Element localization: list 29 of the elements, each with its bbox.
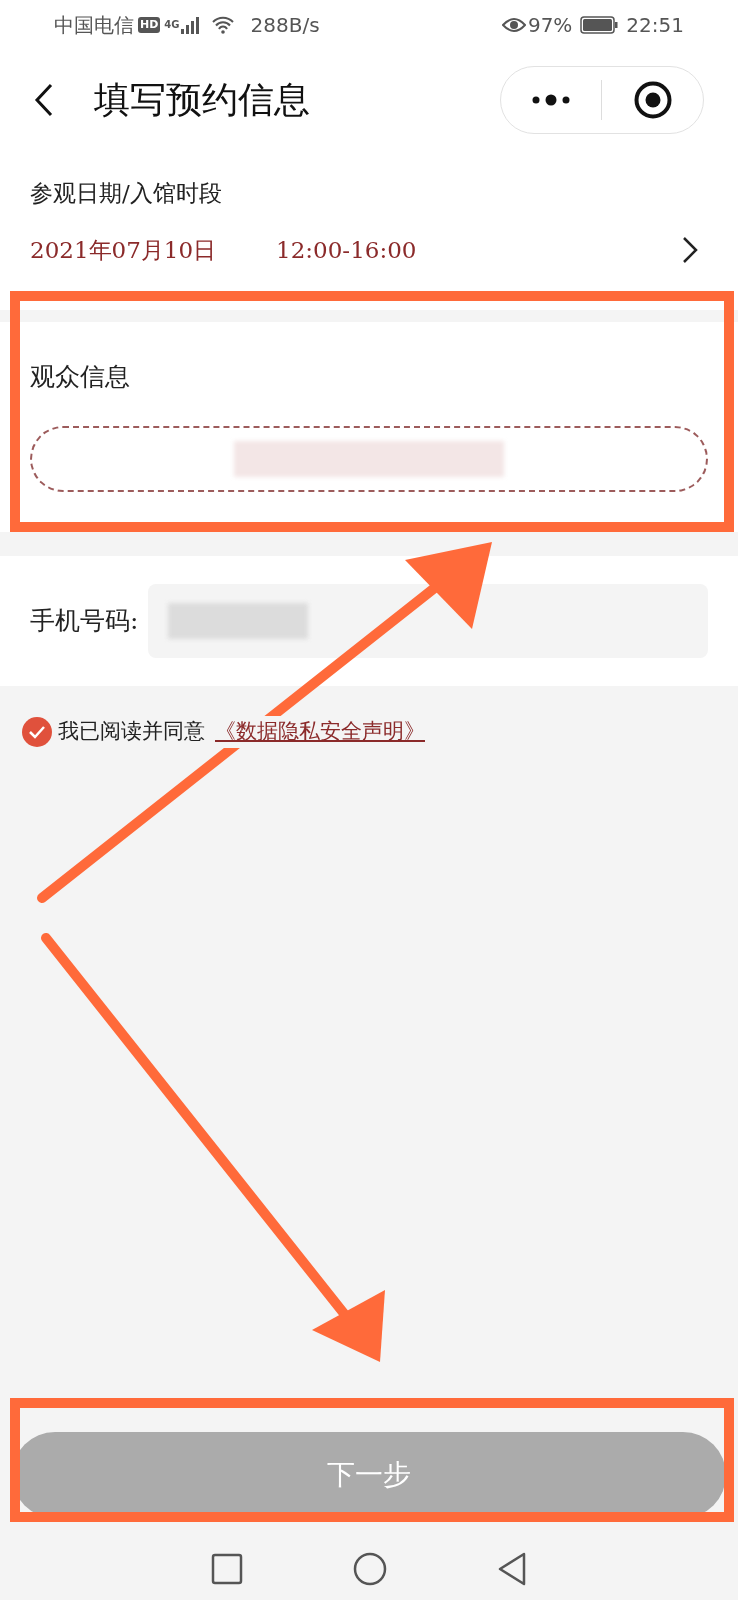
page-title: 填写预约信息: [94, 78, 310, 122]
visit-slot: 12:00-16:00: [276, 232, 417, 267]
audience-label: 观众信息: [30, 361, 131, 393]
more-icon: [531, 94, 571, 106]
visit-label: 参观日期/入馆时段: [30, 179, 223, 208]
visit-date: 2021年07月10日: [30, 235, 217, 265]
wifi-icon: [210, 16, 235, 34]
carrier-label: 中国电信: [54, 12, 134, 39]
target-icon: [632, 80, 673, 120]
back-nav-icon[interactable]: [497, 1552, 527, 1586]
home-icon[interactable]: [353, 1552, 387, 1586]
agree-checkbox[interactable]: [22, 716, 52, 747]
battery-icon: [580, 16, 619, 34]
recents-icon[interactable]: [211, 1553, 243, 1585]
battery-percent: 97%: [527, 12, 573, 39]
back-icon: [34, 83, 54, 117]
eye-icon: [501, 17, 526, 33]
check-icon: [28, 724, 46, 739]
network-label: 4G: [164, 20, 180, 30]
visit-date-row[interactable]: 2021年07月10日 12:00-16:00: [30, 232, 708, 267]
phone-label: 手机号码:: [30, 605, 139, 638]
privacy-link[interactable]: 《数据隐私安全声明》: [213, 716, 427, 748]
add-audience-button[interactable]: [30, 425, 708, 492]
hd-badge: HD: [138, 17, 161, 33]
speed-label: 288B/s: [250, 12, 320, 39]
agree-text: 我已阅读并同意: [58, 718, 205, 745]
phone-input[interactable]: [148, 584, 708, 658]
clock: 22:51: [626, 12, 684, 39]
chevron-right-icon: [682, 235, 698, 264]
